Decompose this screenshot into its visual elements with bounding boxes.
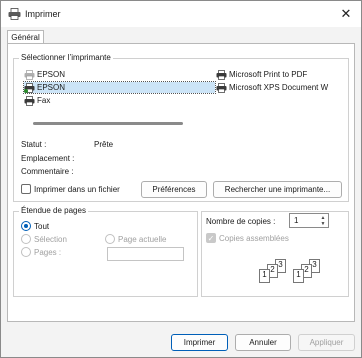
printer-offline-icon: [24, 69, 35, 80]
printer-name: EPSON: [37, 83, 66, 92]
selection-radio[interactable]: [21, 234, 31, 244]
printer-icon: [8, 8, 21, 20]
status-value: Prête: [94, 140, 114, 149]
printer-name: Microsoft Print to PDF: [229, 70, 308, 79]
page-1: 1: [259, 269, 270, 283]
printer-default-icon: [24, 82, 35, 93]
pages-radio[interactable]: [21, 247, 31, 257]
tab-general[interactable]: Général: [7, 30, 44, 44]
copies-stepper[interactable]: 1 ▲ ▼: [289, 213, 329, 228]
all-pages-label: Tout: [34, 222, 50, 231]
collate-checkbox[interactable]: ✓: [206, 233, 216, 243]
printer-item-epson-1[interactable]: EPSON: [24, 69, 65, 80]
copies-label: Nombre de copies :: [206, 217, 276, 226]
comment-label: Commentaire :: [21, 167, 74, 176]
print-dialog: Imprimer ✕ Général Sélectionner l’imprim…: [0, 0, 362, 358]
printer-name: Fax: [37, 96, 51, 105]
all-pages-radio[interactable]: [21, 221, 31, 231]
page-range-title: Étendue de pages: [19, 206, 88, 215]
spin-down-icon[interactable]: ▼: [319, 221, 327, 227]
printer-item-xps[interactable]: Microsoft XPS Document W: [216, 82, 347, 93]
printer-item-epson-selected[interactable]: EPSON: [23, 81, 216, 94]
close-icon[interactable]: ✕: [335, 3, 357, 25]
print-to-file-checkbox[interactable]: [21, 184, 31, 194]
printer-icon: [216, 82, 227, 93]
printer-item-pdf[interactable]: Microsoft Print to PDF: [216, 69, 307, 80]
collate-label: Copies assemblées: [219, 234, 289, 243]
collate-illustration: 3 2 1: [293, 259, 325, 287]
location-label: Emplacement :: [21, 154, 75, 163]
collate-illustration: 3 2 1: [259, 259, 291, 287]
copies-value: 1: [294, 216, 299, 225]
title-bar: Imprimer ✕: [1, 1, 361, 27]
selection-label: Sélection: [34, 235, 67, 244]
printer-name: Microsoft XPS Document W: [229, 83, 329, 92]
printer-item-fax[interactable]: Fax: [24, 95, 50, 106]
pages-label: Pages :: [34, 248, 62, 257]
current-page-label: Page actuelle: [118, 235, 167, 244]
status-label: Statut :: [21, 140, 47, 149]
cancel-button[interactable]: Annuler: [235, 334, 291, 351]
select-printer-title: Sélectionner l’imprimante: [19, 53, 113, 62]
print-to-file-label: Imprimer dans un fichier: [34, 185, 120, 194]
printer-name: EPSON: [37, 70, 66, 79]
preferences-button[interactable]: Préférences: [141, 181, 207, 198]
fax-icon: [24, 95, 35, 106]
page-1: 1: [293, 269, 304, 283]
apply-button[interactable]: Appliquer: [298, 334, 355, 351]
pages-input[interactable]: [107, 247, 184, 261]
print-button[interactable]: Imprimer: [171, 334, 228, 351]
window-title: Imprimer: [25, 9, 61, 19]
horizontal-scrollbar[interactable]: [33, 122, 183, 125]
printer-icon: [216, 69, 227, 80]
current-page-radio[interactable]: [105, 234, 115, 244]
find-printer-button[interactable]: Rechercher une imprimante...: [213, 181, 342, 198]
